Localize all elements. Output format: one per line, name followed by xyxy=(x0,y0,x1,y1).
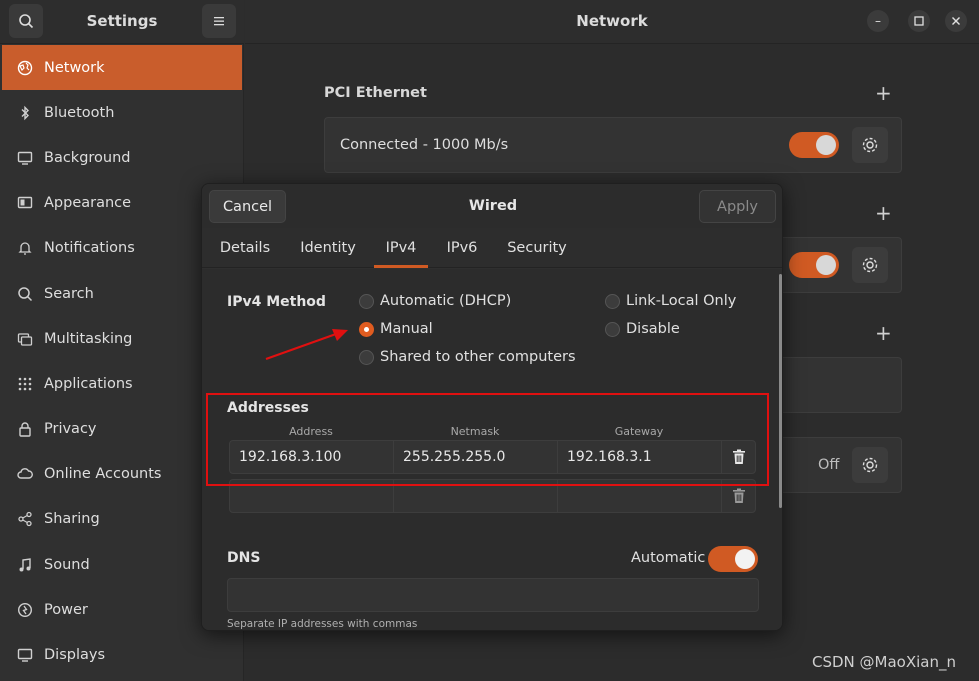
close-icon xyxy=(952,17,960,25)
dns-input[interactable] xyxy=(227,578,759,612)
sidebar-item-label: Sound xyxy=(44,556,90,573)
sidebar-item-label: Displays xyxy=(44,647,106,664)
plus-icon: + xyxy=(875,201,892,225)
scrollbar[interactable] xyxy=(779,274,782,508)
gear-icon xyxy=(862,257,878,273)
add-connection-button[interactable]: + xyxy=(875,201,892,225)
ethernet-status: Connected - 1000 Mb/s xyxy=(340,137,509,153)
dns-automatic-label: Automatic xyxy=(631,550,706,566)
sidebar-item-label: Multitasking xyxy=(44,330,133,347)
tab-ipv6[interactable]: IPv6 xyxy=(438,228,486,268)
sidebar-item-label: Background xyxy=(44,149,131,166)
radio-label: Shared to other computers xyxy=(380,349,576,365)
ethernet-toggle[interactable] xyxy=(789,132,839,158)
search-button[interactable] xyxy=(9,4,43,38)
lock-icon xyxy=(16,420,34,438)
maximize-icon xyxy=(914,16,924,26)
sidebar-item-label: Online Accounts xyxy=(44,466,162,483)
radio-indicator xyxy=(359,293,374,309)
section-title-ethernet: PCI Ethernet xyxy=(324,85,427,101)
radio-automatic-dhcp[interactable]: Automatic (DHCP) xyxy=(359,293,511,309)
power-icon xyxy=(16,601,34,619)
delete-address-button[interactable] xyxy=(732,488,746,508)
add-vpn-button[interactable]: + xyxy=(875,321,892,345)
ipv4-method-label: IPv4 Method xyxy=(227,294,326,310)
sidebar-item-label: Bluetooth xyxy=(44,104,115,121)
network-icon xyxy=(16,59,34,77)
dns-automatic-toggle[interactable] xyxy=(708,546,758,572)
proxy-settings-button[interactable] xyxy=(852,447,888,483)
tab-identity[interactable]: Identity xyxy=(293,228,363,268)
tab-ipv4[interactable]: IPv4 xyxy=(374,228,428,268)
close-button[interactable] xyxy=(945,10,967,32)
ethernet-card: Connected - 1000 Mb/s xyxy=(324,117,902,173)
display-icon xyxy=(16,646,34,664)
sidebar-item-label: Power xyxy=(44,601,88,618)
ethernet-settings-button[interactable] xyxy=(852,127,888,163)
sidebar-item-displays[interactable]: Displays xyxy=(2,632,242,677)
dns-label: DNS xyxy=(227,550,261,566)
trash-icon xyxy=(733,488,745,503)
radio-disable[interactable]: Disable xyxy=(605,321,680,337)
watermark: CSDN @MaoXian_n xyxy=(812,653,956,671)
gear-icon xyxy=(862,457,878,473)
annotation-arrow xyxy=(265,329,348,361)
radio-link-local[interactable]: Link-Local Only xyxy=(605,293,736,309)
tab-details[interactable]: Details xyxy=(212,228,278,268)
music-note-icon xyxy=(16,556,34,574)
radio-indicator xyxy=(605,293,620,309)
sidebar-item-label: Applications xyxy=(44,375,133,392)
dialog-title: Wired xyxy=(468,198,518,214)
background-icon xyxy=(16,149,34,167)
sidebar-item-label: Privacy xyxy=(44,421,97,438)
radio-label: Automatic (DHCP) xyxy=(380,293,512,309)
dialog-header: Cancel Wired Apply xyxy=(202,184,782,228)
connection-settings-button[interactable] xyxy=(852,247,888,283)
sidebar-item-bluetooth[interactable]: Bluetooth xyxy=(2,90,242,135)
bell-icon xyxy=(16,239,34,257)
proxy-status: Off xyxy=(818,457,840,473)
sidebar-header: Settings xyxy=(0,0,244,44)
radio-shared[interactable]: Shared to other computers xyxy=(359,349,576,365)
grid-icon xyxy=(16,375,34,393)
sidebar-item-label: Sharing xyxy=(44,511,100,528)
maximize-button[interactable] xyxy=(908,10,930,32)
plus-icon: + xyxy=(875,81,892,105)
minimize-button[interactable]: – xyxy=(867,10,889,32)
sidebar-item-label: Network xyxy=(44,59,105,76)
search-icon xyxy=(16,285,34,303)
sidebar-title: Settings xyxy=(86,12,158,30)
annotation-box xyxy=(206,393,769,486)
dns-hint: Separate IP addresses with commas xyxy=(227,618,418,630)
appearance-icon xyxy=(16,194,34,212)
sidebar-item-label: Search xyxy=(44,285,94,302)
hamburger-icon xyxy=(214,17,224,26)
sidebar-item-label: Notifications xyxy=(44,240,135,257)
radio-label: Disable xyxy=(626,321,680,337)
sidebar-item-background[interactable]: Background xyxy=(2,135,242,180)
minimize-icon: – xyxy=(875,14,881,28)
share-icon xyxy=(16,510,34,528)
search-icon xyxy=(19,14,34,29)
menu-button[interactable] xyxy=(202,4,236,38)
multitasking-icon xyxy=(16,330,34,348)
cloud-icon xyxy=(16,465,34,483)
apply-button[interactable]: Apply xyxy=(699,190,776,223)
radio-label: Link-Local Only xyxy=(626,293,737,309)
radio-indicator xyxy=(605,321,620,337)
sidebar-item-label: Appearance xyxy=(44,195,132,212)
plus-icon: + xyxy=(875,321,892,345)
bluetooth-icon xyxy=(16,104,34,122)
add-ethernet-button[interactable]: + xyxy=(875,81,892,105)
sidebar-item-network[interactable]: Network xyxy=(2,45,242,91)
tab-security[interactable]: Security xyxy=(500,228,574,268)
tab-bar: Details Identity IPv4 IPv6 Security xyxy=(202,228,782,268)
connection-toggle[interactable] xyxy=(789,252,839,278)
radio-manual[interactable]: Manual xyxy=(359,321,433,337)
gear-icon xyxy=(862,137,878,153)
radio-indicator xyxy=(359,321,374,337)
radio-indicator xyxy=(359,349,374,365)
main-header: Network – xyxy=(245,0,979,44)
radio-label: Manual xyxy=(380,321,433,337)
